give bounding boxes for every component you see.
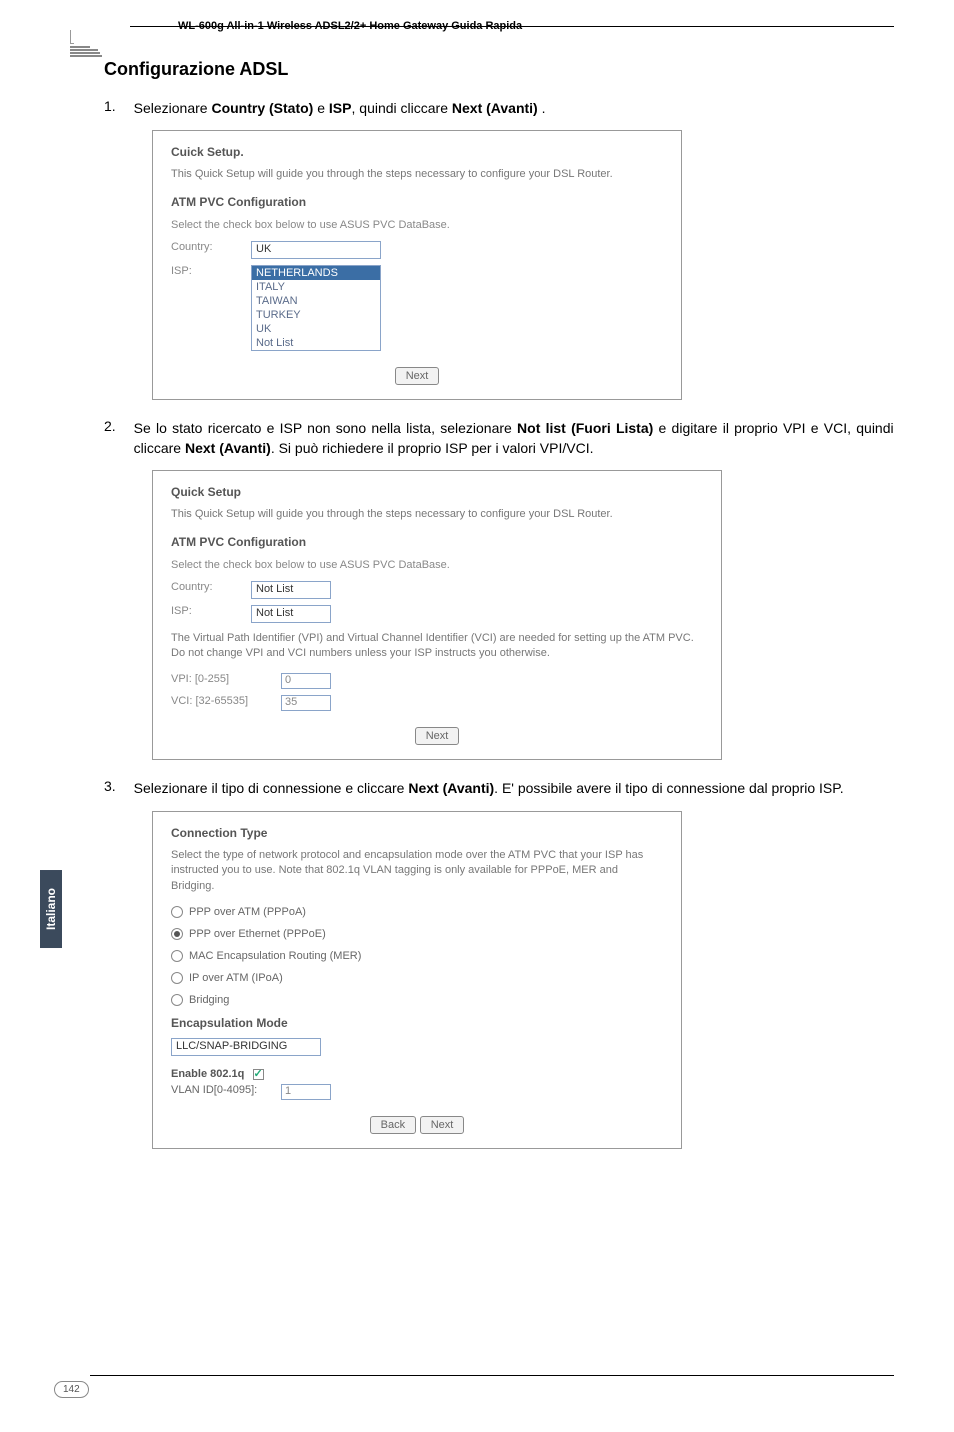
language-tab: Italiano: [40, 870, 62, 948]
ss1-country-label: Country:: [171, 241, 251, 253]
ss3-radio-pppoe[interactable]: [171, 928, 183, 940]
page-number: 142: [54, 1381, 89, 1398]
header-rule: [130, 26, 894, 27]
ss1-isp-listbox[interactable]: NETHERLANDS ITALY TAIWAN TURKEY UK Not L…: [251, 265, 381, 351]
ss2-vpi-input[interactable]: 0: [281, 673, 331, 689]
ss3-8021q-checkbox[interactable]: [253, 1069, 264, 1080]
ss3-opt4: IP over ATM (IPoA): [189, 972, 283, 984]
ss1-country-select[interactable]: UK: [251, 241, 381, 259]
ss1-desc: This Quick Setup will guide you through …: [171, 167, 663, 182]
ss2-subtitle: ATM PVC Configuration: [171, 535, 703, 549]
ss2-vci-input[interactable]: 35: [281, 695, 331, 711]
ss3-radio-pppoa[interactable]: [171, 906, 183, 918]
ss3-desc: Select the type of network protocol and …: [171, 848, 663, 894]
ss3-opt1: PPP over ATM (PPPoA): [189, 906, 306, 918]
ss2-vpi-label: VPI: [0-255]: [171, 673, 281, 685]
ss3-next-button[interactable]: Next: [420, 1116, 465, 1134]
ss3-title: Connection Type: [171, 826, 663, 840]
ss2-country-label: Country:: [171, 581, 251, 593]
footer-rule: [90, 1375, 894, 1376]
ss3-radio-ipoa[interactable]: [171, 972, 183, 984]
ss3-opt3: MAC Encapsulation Routing (MER): [189, 950, 361, 962]
ss2-vpi-desc: The Virtual Path Identifier (VPI) and Vi…: [171, 631, 703, 662]
ss3-radio-bridging[interactable]: [171, 994, 183, 1006]
ss3-enc-select[interactable]: LLC/SNAP-BRIDGING: [171, 1038, 321, 1056]
ss2-country-select[interactable]: Not List: [251, 581, 331, 599]
header-icon: [70, 30, 102, 58]
ss3-radio-mer[interactable]: [171, 950, 183, 962]
ss1-isp-label: ISP:: [171, 265, 251, 277]
ss2-next-button[interactable]: Next: [415, 727, 460, 745]
section-title: Configurazione ADSL: [104, 59, 894, 80]
ss1-next-button[interactable]: Next: [395, 367, 440, 385]
ss3-8021q-label: Enable 802.1q: [171, 1068, 244, 1080]
step2-text: Se lo stato ricercato e ISP non sono nel…: [134, 418, 894, 459]
step1-number: 1.: [104, 98, 130, 114]
ss3-back-button[interactable]: Back: [370, 1116, 416, 1134]
ss3-opt5: Bridging: [189, 994, 229, 1006]
ss2-desc: This Quick Setup will guide you through …: [171, 507, 703, 522]
ss3-enc-label: Encapsulation Mode: [171, 1016, 663, 1030]
ss1-subtitle: ATM PVC Configuration: [171, 195, 663, 209]
step2-number: 2.: [104, 418, 130, 434]
screenshot-3: Connection Type Select the type of netwo…: [152, 811, 682, 1149]
screenshot-2: Quick Setup This Quick Setup will guide …: [152, 470, 722, 760]
ss1-note: Select the check box below to use ASUS P…: [171, 219, 663, 231]
ss3-vlan-input[interactable]: 1: [281, 1084, 331, 1100]
ss3-opt2: PPP over Ethernet (PPPoE): [189, 928, 326, 940]
ss2-isp-select[interactable]: Not List: [251, 605, 331, 623]
ss1-title: Cuick Setup.: [171, 145, 663, 159]
ss2-vci-label: VCI: [32-65535]: [171, 695, 281, 707]
ss2-isp-label: ISP:: [171, 605, 251, 617]
ss2-title: Quick Setup: [171, 485, 703, 499]
ss2-note: Select the check box below to use ASUS P…: [171, 559, 703, 571]
step3-text: Selezionare il tipo di connessione e cli…: [134, 778, 894, 798]
step3-number: 3.: [104, 778, 130, 794]
screenshot-1: Cuick Setup. This Quick Setup will guide…: [152, 130, 682, 399]
ss3-vlan-label: VLAN ID[0-4095]:: [171, 1084, 281, 1096]
step1-text: Selezionare Country (Stato) e ISP, quind…: [134, 98, 894, 118]
